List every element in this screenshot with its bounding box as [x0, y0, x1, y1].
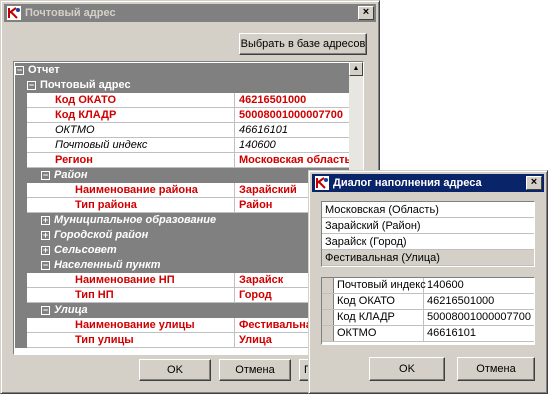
- main-close-button[interactable]: ×: [358, 6, 374, 20]
- collapse-icon[interactable]: −: [41, 171, 50, 180]
- property-name: Код ОКАТО: [27, 93, 235, 108]
- code-row[interactable]: Почтовый индекс 140600: [322, 278, 534, 294]
- property-row[interactable]: Наименование района Зарайский: [15, 183, 350, 198]
- group-label: Район: [54, 169, 88, 181]
- collapse-icon[interactable]: −: [41, 261, 50, 270]
- address-level-item-selected[interactable]: Фестивальная (Улица): [322, 250, 534, 266]
- property-name: Наименование НП: [27, 273, 235, 288]
- scroll-up-icon[interactable]: ▲: [349, 62, 363, 76]
- group-postal-address[interactable]: − Почтовый адрес: [15, 78, 350, 93]
- group-selsovet[interactable]: + Сельсовет: [15, 243, 350, 258]
- code-value[interactable]: 46616101: [424, 326, 534, 341]
- property-row[interactable]: Регион Московская область: [15, 153, 350, 168]
- property-row[interactable]: ОКТМО 46616101: [15, 123, 350, 138]
- property-row[interactable]: Код КЛАДР 50008001000007700: [15, 108, 350, 123]
- group-report[interactable]: − Отчет: [15, 63, 350, 78]
- collapse-icon[interactable]: −: [41, 306, 50, 315]
- address-level-item[interactable]: Зарайский (Район): [322, 218, 534, 234]
- dialog-close-button[interactable]: ×: [526, 176, 542, 190]
- property-name: ОКТМО: [27, 123, 235, 138]
- property-name: Наименование района: [27, 183, 235, 198]
- ok-button[interactable]: OK: [139, 359, 211, 381]
- expand-icon[interactable]: +: [41, 246, 50, 255]
- app-logo-icon: [7, 6, 21, 20]
- group-label: Улица: [54, 304, 88, 316]
- property-row[interactable]: Тип улицы Улица: [15, 333, 350, 348]
- property-rows: − Отчет − Почтовый адрес Код ОКАТО 4621650…: [15, 63, 350, 348]
- property-value[interactable]: Московская область: [235, 153, 350, 168]
- address-levels-list: Московская (Область) Зарайский (Район) З…: [321, 201, 535, 267]
- dialog-ok-button[interactable]: OK: [369, 357, 445, 381]
- property-value[interactable]: 46216501000: [235, 93, 350, 108]
- property-name: Почтовый индекс: [27, 138, 235, 153]
- property-row[interactable]: Наименование НП Зарайск: [15, 273, 350, 288]
- property-name: Тип улицы: [27, 333, 235, 348]
- property-name: Код КЛАДР: [27, 108, 235, 123]
- group-label: Городской район: [54, 229, 149, 241]
- property-value[interactable]: 46616101: [235, 123, 350, 138]
- address-level-item[interactable]: Зарайск (Город): [322, 234, 534, 250]
- group-rayon[interactable]: − Район: [15, 168, 350, 183]
- property-row[interactable]: Почтовый индекс 140600: [15, 138, 350, 153]
- address-level-item[interactable]: Московская (Область): [322, 202, 534, 218]
- property-row[interactable]: Код ОКАТО 46216501000: [15, 93, 350, 108]
- dialog-titlebar[interactable]: Диалог наполнения адреса ×: [312, 174, 544, 192]
- main-title: Почтовый адрес: [25, 7, 116, 19]
- group-label: Населенный пункт: [54, 259, 161, 271]
- property-row[interactable]: Наименование улицы Фестивальная: [15, 318, 350, 333]
- expand-icon[interactable]: +: [41, 216, 50, 225]
- cancel-button[interactable]: Отмена: [219, 359, 291, 381]
- code-label: Почтовый индекс: [334, 278, 426, 293]
- group-city-district[interactable]: + Городской район: [15, 228, 350, 243]
- select-from-database-button[interactable]: Выбрать в базе адресов: [239, 33, 367, 55]
- code-row[interactable]: Код ОКАТО 46216501000: [322, 294, 534, 310]
- group-municipal[interactable]: + Муниципальное образование: [15, 213, 350, 228]
- code-row[interactable]: ОКТМО 46616101: [322, 326, 534, 342]
- expand-icon[interactable]: +: [41, 231, 50, 240]
- app-logo-icon: [315, 176, 329, 190]
- property-name: Тип НП: [27, 288, 235, 303]
- group-label: Почтовый адрес: [40, 79, 131, 91]
- address-codes-table: Почтовый индекс 140600 Код ОКАТО 4621650…: [321, 277, 535, 345]
- property-name: Тип района: [27, 198, 235, 213]
- property-row[interactable]: Тип НП Город: [15, 288, 350, 303]
- code-label: Код ОКАТО: [334, 294, 424, 309]
- code-value[interactable]: 46216501000: [424, 294, 534, 309]
- property-row[interactable]: Тип района Район: [15, 198, 350, 213]
- collapse-icon[interactable]: −: [27, 81, 36, 90]
- group-street[interactable]: − Улица: [15, 303, 350, 318]
- group-label: Сельсовет: [54, 244, 117, 256]
- code-value[interactable]: 140600: [424, 278, 534, 293]
- code-label: ОКТМО: [334, 326, 424, 341]
- property-value[interactable]: 50008001000007700: [235, 108, 350, 123]
- dialog-cancel-button[interactable]: Отмена: [457, 357, 535, 381]
- main-titlebar[interactable]: Почтовый адрес ×: [4, 4, 376, 22]
- code-value[interactable]: 50008001000007700: [424, 310, 534, 325]
- code-row[interactable]: Код КЛАДР 50008001000007700: [322, 310, 534, 326]
- dialog-title: Диалог наполнения адреса: [333, 177, 482, 189]
- property-name: Регион: [27, 153, 235, 168]
- address-fill-dialog: Диалог наполнения адреса × Московская (О…: [308, 170, 548, 394]
- code-label: Код КЛАДР: [334, 310, 424, 325]
- group-label: Муниципальное образование: [54, 214, 217, 226]
- collapse-icon[interactable]: −: [15, 66, 24, 75]
- group-settlement[interactable]: − Населенный пункт: [15, 258, 350, 273]
- property-value[interactable]: 140600: [235, 138, 350, 153]
- property-name: Наименование улицы: [27, 318, 235, 333]
- group-label: Отчет: [28, 64, 60, 76]
